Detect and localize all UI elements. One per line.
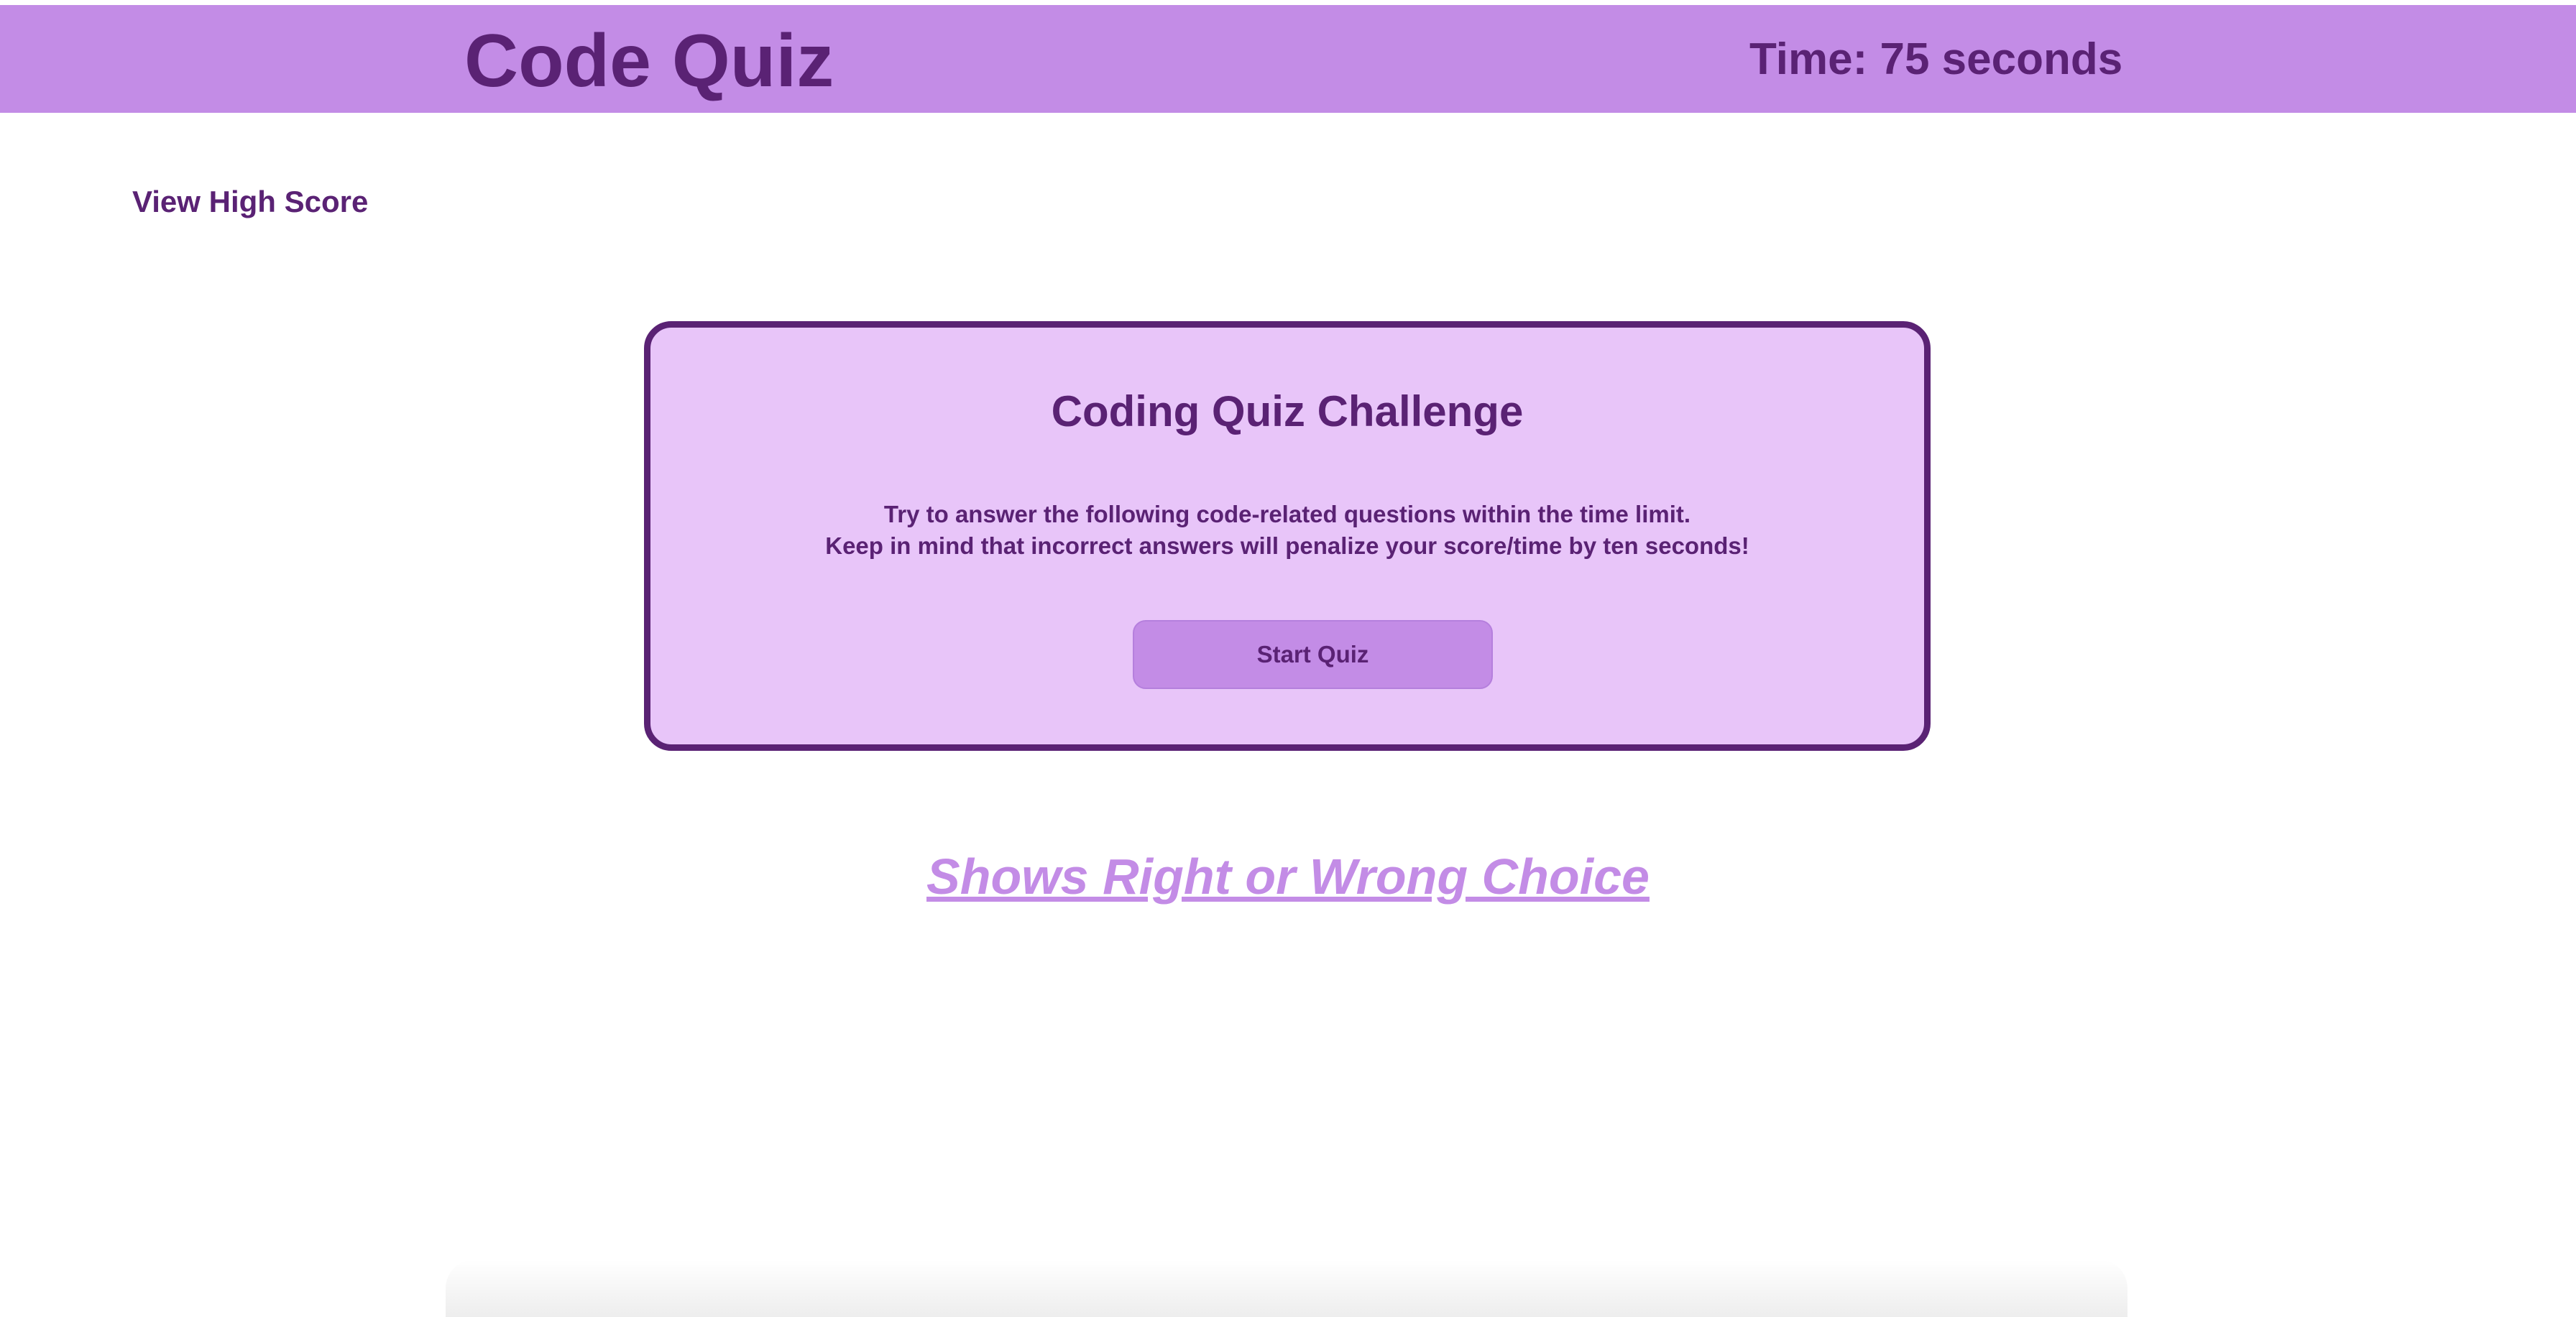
start-quiz-button[interactable]: Start Quiz (1133, 620, 1493, 689)
app-header: Code Quiz Time: 75 seconds (0, 5, 2576, 113)
view-high-score-link[interactable]: View High Score (132, 183, 368, 221)
instructions-line-1: Try to answer the following code-related… (883, 501, 1691, 527)
card-instructions: Try to answer the following code-related… (650, 499, 1924, 562)
quiz-intro-card: Coding Quiz Challenge Try to answer the … (644, 321, 1931, 751)
top-edge (0, 0, 2576, 5)
answer-feedback-text: Shows Right or Wrong Choice (926, 849, 1650, 905)
instructions-line-2: Keep in mind that incorrect answers will… (825, 532, 1749, 559)
card-title: Coding Quiz Challenge (1051, 387, 1524, 435)
timer-display: Time: 75 seconds (1749, 34, 2123, 84)
app-title: Code Quiz (464, 19, 834, 103)
page: Code Quiz Time: 75 seconds View High Sco… (0, 0, 2576, 1317)
bottom-shadow (446, 1260, 2128, 1317)
